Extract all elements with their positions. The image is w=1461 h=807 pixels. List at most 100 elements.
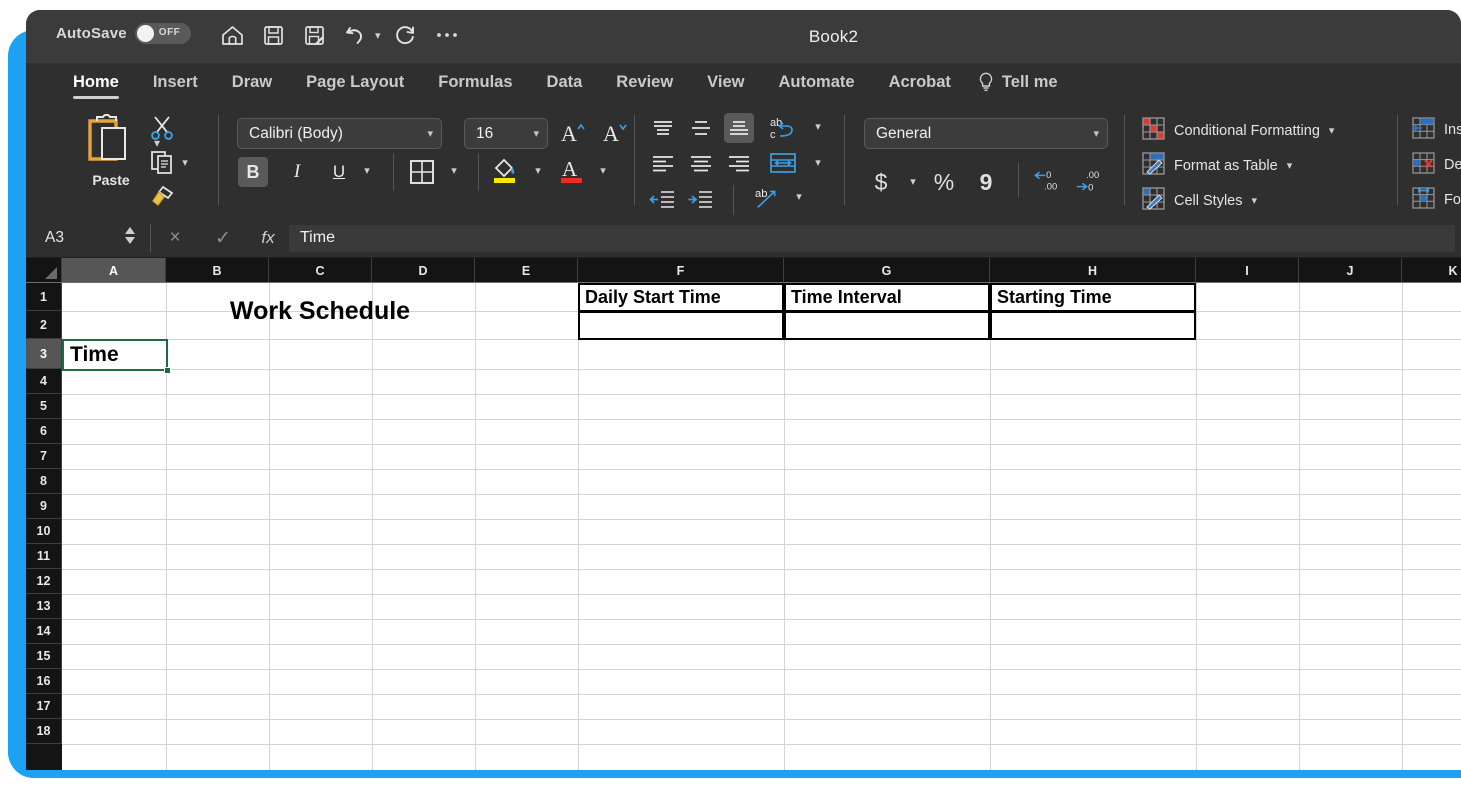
- wrap-text-dropdown-caret[interactable]: ▾: [811, 120, 825, 133]
- select-all-corner[interactable]: [26, 258, 62, 283]
- comma-button[interactable]: 9: [971, 167, 1001, 197]
- shrink-font-button[interactable]: A: [600, 117, 630, 147]
- row-header-2[interactable]: 2: [26, 311, 62, 339]
- row-header-15[interactable]: 15: [26, 644, 62, 669]
- align-center-button[interactable]: [686, 149, 716, 179]
- font-family-combo[interactable]: Calibri (Body) ▾: [237, 118, 442, 149]
- cell-G1[interactable]: Time Interval: [784, 283, 990, 312]
- orientation-button[interactable]: ab: [754, 183, 784, 213]
- tab-view[interactable]: View: [690, 73, 761, 101]
- tab-tell-me[interactable]: Tell me: [968, 72, 1075, 101]
- row-header-6[interactable]: 6: [26, 419, 62, 444]
- font-family-caret[interactable]: ▾: [427, 127, 433, 140]
- font-size-combo[interactable]: 16 ▾: [464, 118, 548, 149]
- tab-review[interactable]: Review: [599, 73, 690, 101]
- format-painter-button[interactable]: [150, 179, 192, 213]
- row-header-11[interactable]: 11: [26, 544, 62, 569]
- italic-button[interactable]: I: [282, 157, 312, 187]
- row-header-9[interactable]: 9: [26, 494, 62, 519]
- cell-F1[interactable]: Daily Start Time: [578, 283, 784, 312]
- cell-G2[interactable]: [784, 311, 990, 340]
- fill-handle[interactable]: [164, 367, 171, 374]
- format-as-table-button[interactable]: Format as Table ▾: [1142, 152, 1292, 179]
- conditional-formatting-caret[interactable]: ▾: [1329, 124, 1335, 137]
- borders-button[interactable]: [407, 157, 437, 187]
- insert-cells-button[interactable]: Ins: [1412, 117, 1461, 143]
- name-box[interactable]: A3: [26, 219, 150, 257]
- delete-cells-button[interactable]: De: [1412, 152, 1461, 178]
- column-header-G[interactable]: G: [784, 258, 990, 283]
- row-header-10[interactable]: 10: [26, 519, 62, 544]
- format-as-table-caret[interactable]: ▾: [1287, 159, 1293, 172]
- cancel-entry-button[interactable]: ×: [151, 227, 199, 249]
- tab-insert[interactable]: Insert: [136, 73, 215, 101]
- font-color-dropdown-caret[interactable]: ▾: [596, 164, 610, 177]
- bottom-align-button[interactable]: [724, 113, 754, 143]
- tab-data[interactable]: Data: [530, 73, 600, 101]
- wrap-text-button[interactable]: ab c: [768, 113, 798, 143]
- column-header-E[interactable]: E: [475, 258, 578, 283]
- cut-button[interactable]: [150, 111, 192, 145]
- column-header-H[interactable]: H: [990, 258, 1196, 283]
- row-header-12[interactable]: 12: [26, 569, 62, 594]
- row-header-1[interactable]: 1: [26, 283, 62, 311]
- row-header-4[interactable]: 4: [26, 369, 62, 394]
- tab-formulas[interactable]: Formulas: [421, 73, 529, 101]
- merge-center-button[interactable]: [768, 148, 798, 178]
- currency-dropdown-caret[interactable]: ▾: [906, 175, 920, 188]
- cell-H2[interactable]: [990, 311, 1196, 340]
- underline-dropdown-caret[interactable]: ▾: [360, 164, 374, 177]
- top-align-button[interactable]: [648, 113, 678, 143]
- bold-button[interactable]: B: [238, 157, 268, 187]
- cell-styles-button[interactable]: Cell Styles ▾: [1142, 187, 1257, 214]
- font-color-button[interactable]: A: [557, 155, 587, 185]
- column-header-A[interactable]: A: [62, 258, 166, 283]
- align-left-button[interactable]: [648, 149, 678, 179]
- orientation-dropdown-caret[interactable]: ▾: [792, 190, 806, 203]
- tab-home[interactable]: Home: [56, 73, 136, 101]
- confirm-entry-button[interactable]: ✓: [199, 227, 247, 250]
- currency-button[interactable]: $: [866, 167, 896, 197]
- column-header-C[interactable]: C: [269, 258, 372, 283]
- formula-input[interactable]: Time: [289, 224, 1455, 252]
- font-size-caret[interactable]: ▾: [533, 127, 539, 140]
- column-header-F[interactable]: F: [578, 258, 784, 283]
- number-format-combo[interactable]: General ▾: [864, 118, 1108, 149]
- row-header-16[interactable]: 16: [26, 669, 62, 694]
- row-header-7[interactable]: 7: [26, 444, 62, 469]
- grow-font-button[interactable]: A: [558, 117, 588, 147]
- underline-button[interactable]: U: [324, 157, 354, 187]
- column-header-K[interactable]: K: [1402, 258, 1461, 283]
- tab-draw[interactable]: Draw: [215, 73, 289, 101]
- decrease-decimal-button[interactable]: .00 0: [1074, 166, 1104, 196]
- decrease-indent-button[interactable]: [648, 184, 678, 214]
- tab-acrobat[interactable]: Acrobat: [872, 73, 968, 101]
- fill-color-button[interactable]: [490, 155, 520, 185]
- number-format-caret[interactable]: ▾: [1093, 127, 1099, 140]
- tab-page-layout[interactable]: Page Layout: [289, 73, 421, 101]
- increase-decimal-button[interactable]: 0 .00: [1032, 166, 1062, 196]
- insert-function-icon[interactable]: fx: [247, 228, 289, 248]
- column-header-D[interactable]: D: [372, 258, 475, 283]
- cell-H1[interactable]: Starting Time: [990, 283, 1196, 312]
- paste-button[interactable]: Paste: [72, 113, 150, 188]
- cell-merged-title[interactable]: Work Schedule: [62, 283, 578, 339]
- cell-A3-selected[interactable]: Time: [62, 339, 168, 371]
- tab-automate[interactable]: Automate: [761, 73, 871, 101]
- column-header-J[interactable]: J: [1299, 258, 1402, 283]
- copy-button[interactable]: ▾: [150, 145, 192, 179]
- row-header-8[interactable]: 8: [26, 469, 62, 494]
- conditional-formatting-button[interactable]: Conditional Formatting ▾: [1142, 117, 1334, 144]
- borders-dropdown-caret[interactable]: ▾: [447, 164, 461, 177]
- cell-styles-caret[interactable]: ▾: [1252, 194, 1258, 207]
- row-header-13[interactable]: 13: [26, 594, 62, 619]
- column-header-I[interactable]: I: [1196, 258, 1299, 283]
- name-box-spinner[interactable]: [124, 227, 136, 244]
- copy-dropdown-caret[interactable]: ▾: [178, 156, 192, 169]
- middle-align-button[interactable]: [686, 113, 716, 143]
- column-header-B[interactable]: B: [166, 258, 269, 283]
- fill-color-dropdown-caret[interactable]: ▾: [531, 164, 545, 177]
- row-header-3[interactable]: 3: [26, 339, 62, 369]
- row-header-17[interactable]: 17: [26, 694, 62, 719]
- percent-button[interactable]: %: [929, 167, 959, 197]
